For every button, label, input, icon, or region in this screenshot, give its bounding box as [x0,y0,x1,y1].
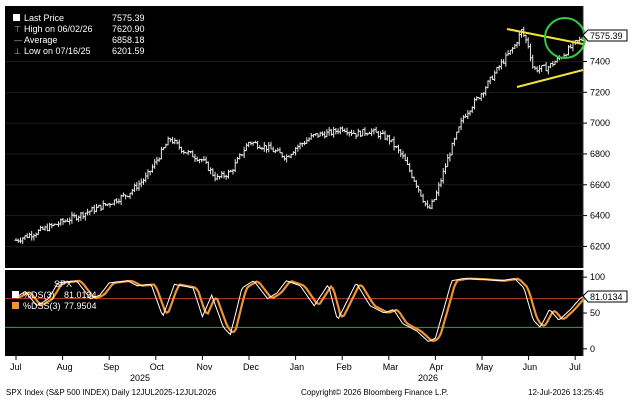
price-y-tick-label: 6800 [590,149,610,159]
footer-left: SPX Index (S&P 500 INDEX) Daily 12JUL202… [6,388,217,397]
legend-row-3-value: 6201.59 [112,46,145,56]
last-price-tag: 7575.39 [582,29,628,42]
osc-legend-ds-label: %DS(3) [23,290,55,300]
price-y-tick-label: 6200 [590,241,610,251]
osc-legend-dss-label: %DSS(3) [23,301,61,311]
x-tick-label: Aug [57,362,73,372]
legend-row-3-marker: ⊥ [14,47,21,56]
legend-row-2-label: Average [24,35,57,45]
footer-center: Copyright© 2026 Bloomberg Finance L.P. [301,388,448,397]
osc-legend-title: SPX [54,279,72,289]
price-y-tick-label: 7400 [590,56,610,66]
x-tick-label: Nov [196,362,213,372]
osc-y-tick-label: 100 [590,272,605,282]
legend-row-0-value: 7575.39 [112,13,145,23]
osc-last-tag-label: 81.0134 [590,292,623,302]
legend-row-1-label: High on 06/02/26 [24,24,93,34]
year-label-2026: 2026 [418,373,438,383]
legend-row-1-marker: ⊤ [14,25,21,34]
osc-legend-ds-value: 81.0134 [64,290,97,300]
price-panel-bg [5,6,583,268]
price-y-tick-label: 7200 [590,87,610,97]
price-y-tick-label: 6400 [590,211,610,221]
chart-svg: 6200 6400 6600 6800 7000 7200 7400 0 50 100 Jul A… [5,6,632,397]
price-y-tick-label: 7000 [590,118,610,128]
osc-last-tag: 81.0134 [582,290,628,303]
osc-y-ticks: 0 50 100 [583,272,605,354]
osc-y-tick-label: 0 [590,344,595,354]
footer-right: 12-Jul-2026 13:25:45 [528,388,604,397]
legend-row-0-label: Last Price [24,13,64,23]
legend-row-0-marker [13,14,20,21]
x-tick-label: Jul [10,362,22,372]
price-y-tick-label: 6600 [590,180,610,190]
x-tick-label: Jun [523,362,538,372]
osc-legend-dss-swatch [12,302,19,309]
x-tick-label: Apr [429,362,443,372]
osc-legend-dss-value: 77.9504 [64,301,97,311]
osc-y-tick-label: 50 [590,308,600,318]
x-tick-label: Feb [336,362,352,372]
legend-row-2-value: 6858.18 [112,35,145,45]
x-tick-label: Dec [243,362,260,372]
legend-row-2-marker: — [14,36,22,45]
x-tick-label: Oct [150,362,165,372]
year-label-2025: 2025 [130,373,150,383]
price-axis-bg [583,6,632,268]
x-axis-ticks: Jul Aug Sep Oct Nov Dec Jan Feb Mar Apr May Jun Jul [10,356,581,372]
chart-root: 6200 6400 6600 6800 7000 7200 7400 0 50 100 Jul A… [0,0,637,407]
legend-row-1-value: 7620.90 [112,24,145,34]
last-price-tag-label: 7575.39 [590,31,623,41]
x-tick-label: Jul [569,362,581,372]
osc-legend-ds-swatch [12,291,19,298]
legend-row-3-label: Low on 07/16/25 [24,46,91,56]
x-tick-label: Mar [383,362,399,372]
x-tick-label: May [476,362,494,372]
x-tick-label: Jan [290,362,305,372]
x-tick-label: Sep [103,362,119,372]
